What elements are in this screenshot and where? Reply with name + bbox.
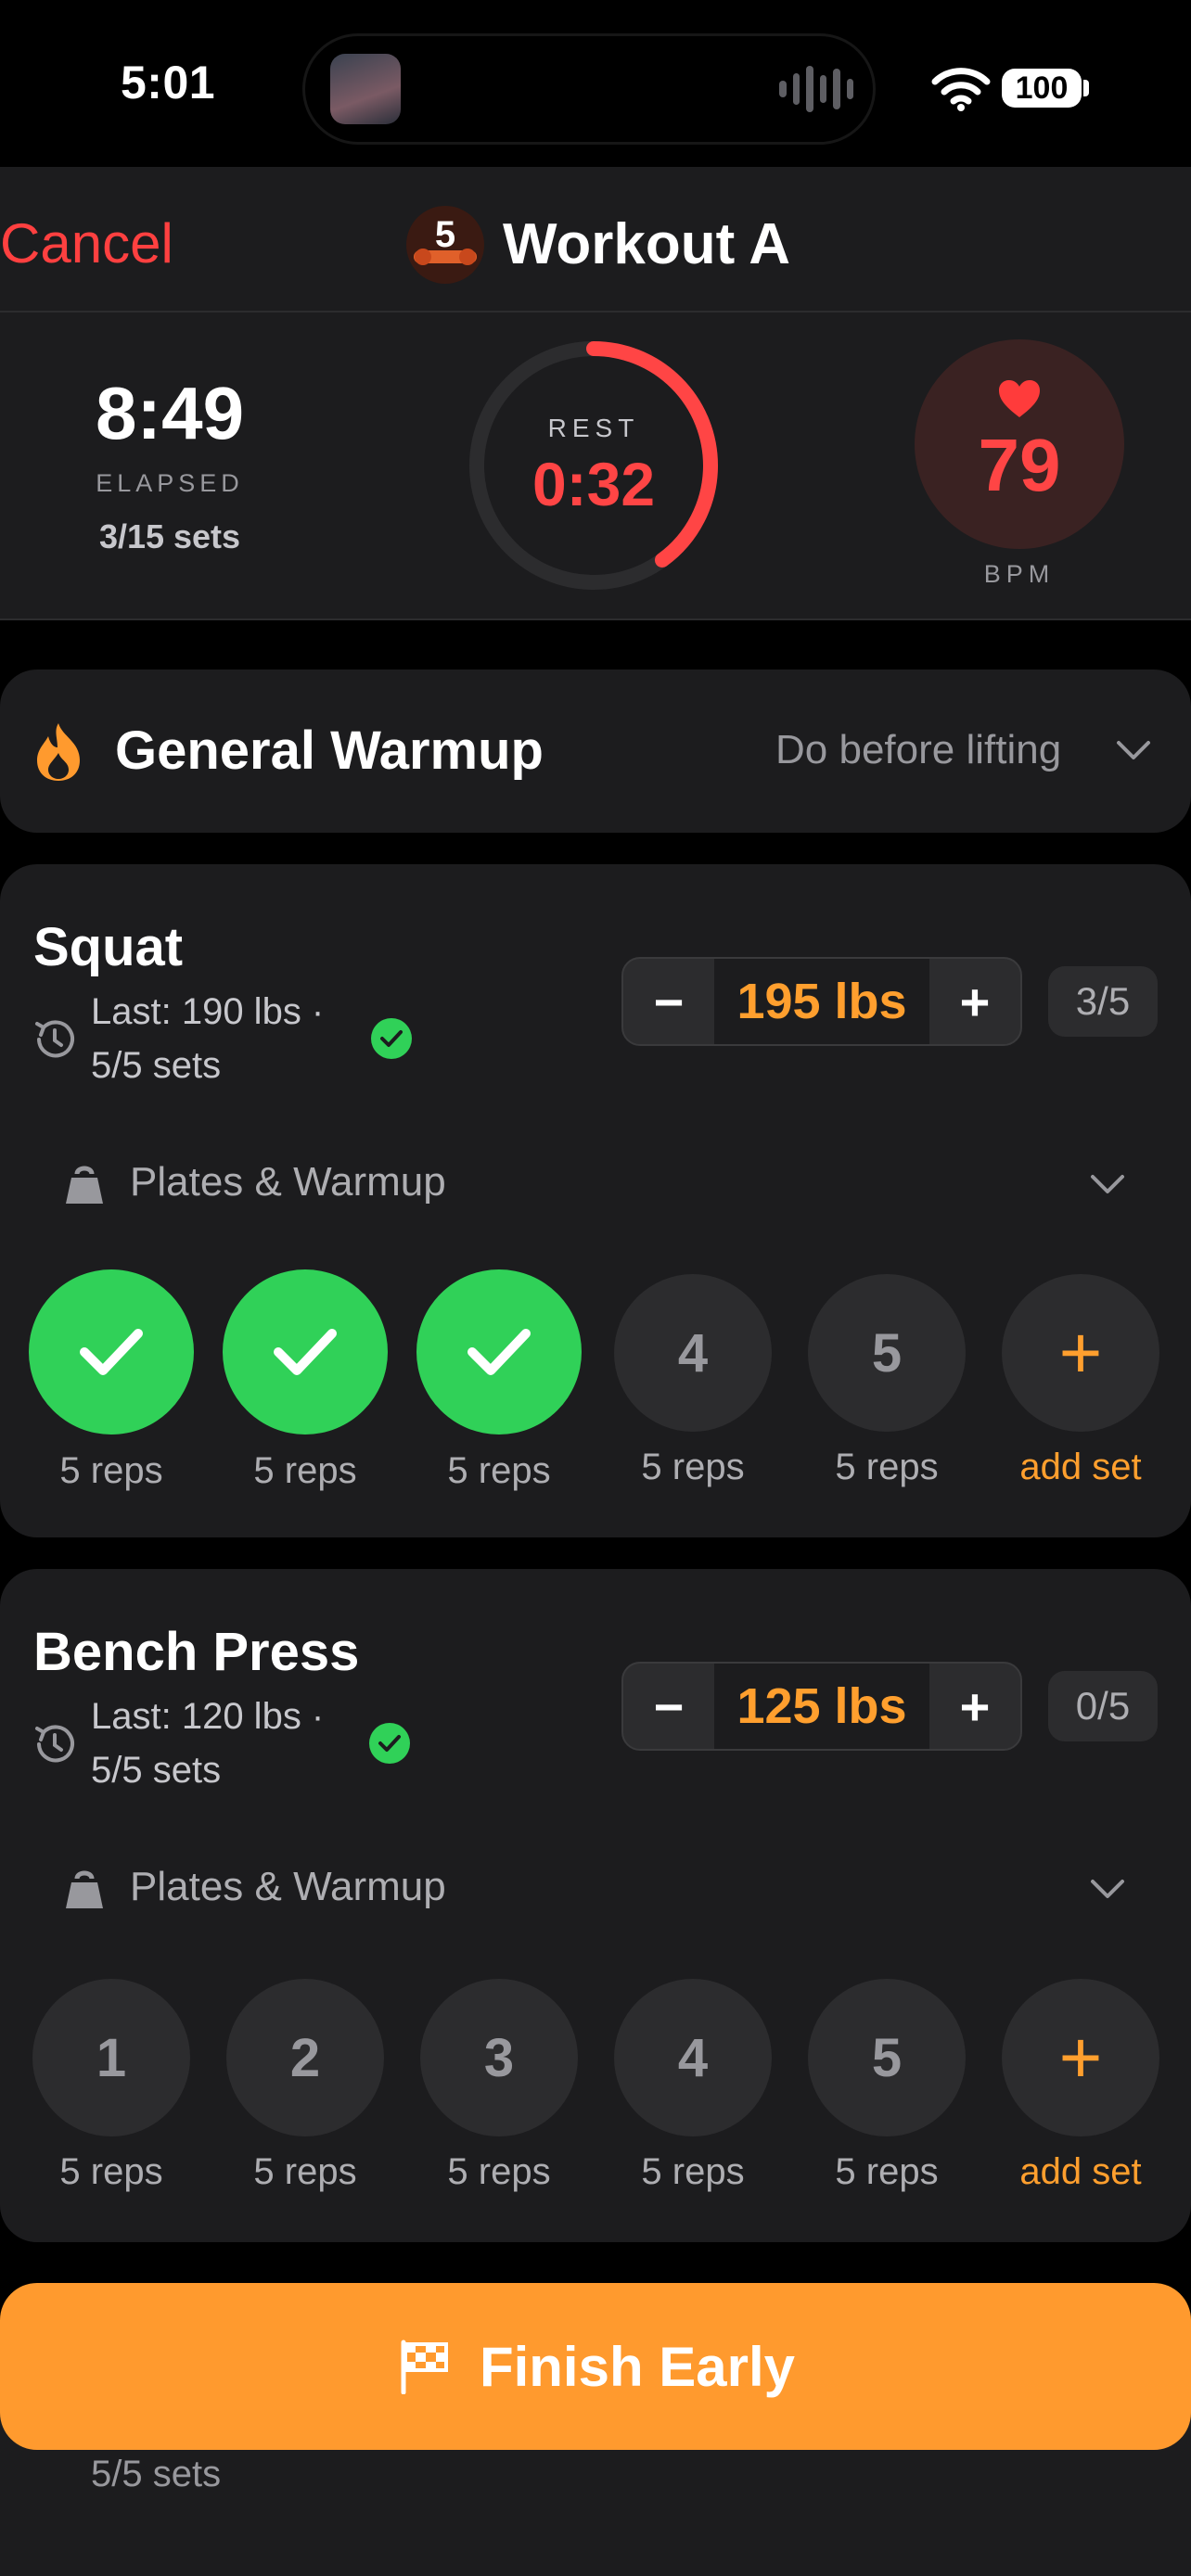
bpm-label: BPM xyxy=(983,560,1056,588)
checkmark-icon xyxy=(369,1723,410,1764)
set-reps: 5 reps xyxy=(835,2151,939,2192)
app-logo: 5 xyxy=(406,206,484,284)
weight-value[interactable]: 195 lbs xyxy=(714,959,929,1044)
chevron-down-icon[interactable] xyxy=(1089,1877,1126,1901)
set-button-4[interactable]: 4 xyxy=(614,1979,772,2136)
weight-value[interactable]: 125 lbs xyxy=(714,1664,929,1749)
set-reps: 5 reps xyxy=(253,2151,357,2192)
last-sets: 5/5 sets xyxy=(91,1045,222,1086)
set-button-3[interactable] xyxy=(416,1269,582,1435)
logo-number: 5 xyxy=(434,213,456,255)
kettlebell-icon xyxy=(66,1166,103,1204)
set-button-5[interactable]: 5 xyxy=(808,1274,966,1432)
weight-stepper: − 125 lbs + xyxy=(621,1662,1022,1751)
set-button-1[interactable]: 1 xyxy=(32,1979,190,2136)
last-weight: Last: 190 lbs · xyxy=(91,991,325,1032)
now-playing-artwork xyxy=(330,54,401,124)
checkmark-icon xyxy=(80,1329,143,1375)
elapsed-label: ELAPSED xyxy=(96,469,244,497)
battery-tip xyxy=(1083,80,1089,96)
heart-icon xyxy=(999,380,1040,417)
set-button-4[interactable]: 4 xyxy=(614,1274,772,1432)
sets-progress-badge: 3/5 xyxy=(1048,966,1158,1037)
flame-icon xyxy=(37,723,80,781)
heart-rate-value: 79 xyxy=(978,424,1061,506)
add-set-button[interactable]: + xyxy=(1002,1274,1159,1432)
set-reps: 5 reps xyxy=(253,1450,357,1491)
waveform-icon xyxy=(779,61,853,117)
chevron-down-icon[interactable] xyxy=(1115,738,1152,762)
add-set-label[interactable]: add set xyxy=(988,2151,1173,2193)
checkmark-icon xyxy=(274,1329,337,1375)
elapsed-time: 8:49 xyxy=(95,372,245,454)
history-icon xyxy=(35,1020,74,1058)
last-weight: Last: 120 lbs · xyxy=(91,1696,325,1737)
checkmark-icon xyxy=(467,1329,531,1375)
decrease-weight-button[interactable]: − xyxy=(623,959,714,1044)
chevron-down-icon[interactable] xyxy=(1089,1172,1126,1196)
plates-warmup-label[interactable]: Plates & Warmup xyxy=(130,1159,446,1205)
set-reps: 5 reps xyxy=(641,2151,745,2192)
warmup-subtitle: Do before lifting xyxy=(775,727,1062,772)
kettlebell-icon xyxy=(66,1870,103,1908)
add-set-label[interactable]: add set xyxy=(988,1447,1173,1488)
finish-early-button[interactable]: Finish Early xyxy=(0,2283,1191,2450)
set-reps: 5 reps xyxy=(59,1450,163,1491)
plates-warmup-label[interactable]: Plates & Warmup xyxy=(130,1864,446,1910)
battery-indicator: 100 xyxy=(1002,69,1082,108)
set-reps: 5 reps xyxy=(59,2151,163,2192)
increase-weight-button[interactable]: + xyxy=(929,959,1020,1044)
workout-title: Workout A xyxy=(503,212,790,276)
cancel-button[interactable]: Cancel xyxy=(0,211,173,275)
checkmark-icon xyxy=(371,1018,412,1059)
set-button-5[interactable]: 5 xyxy=(808,1979,966,2136)
flag-icon xyxy=(401,2340,448,2394)
warmup-title: General Warmup xyxy=(115,721,544,781)
add-set-button[interactable]: + xyxy=(1002,1979,1159,2136)
sets-count: 3/15 sets xyxy=(98,517,241,555)
decrease-weight-button[interactable]: − xyxy=(623,1664,714,1749)
sets-progress-badge: 0/5 xyxy=(1048,1671,1158,1741)
history-icon xyxy=(35,1725,74,1763)
weight-stepper: − 195 lbs + xyxy=(621,957,1022,1046)
finish-early-label: Finish Early xyxy=(479,2335,796,2398)
rest-label: REST xyxy=(547,414,640,442)
set-reps: 5 reps xyxy=(641,1447,745,1487)
rest-countdown: 0:32 xyxy=(531,450,656,518)
set-reps: 5 reps xyxy=(835,1447,939,1487)
increase-weight-button[interactable]: + xyxy=(929,1664,1020,1749)
last-sets: 5/5 sets xyxy=(91,1750,222,1791)
set-button-2[interactable]: 2 xyxy=(226,1979,384,2136)
set-reps: 5 reps xyxy=(447,1450,551,1491)
set-button-2[interactable] xyxy=(223,1269,388,1435)
last-sets: 5/5 sets xyxy=(91,2454,222,2494)
status-time: 5:01 xyxy=(121,57,216,108)
set-button-3[interactable]: 3 xyxy=(420,1979,578,2136)
wifi-icon xyxy=(931,68,991,111)
exercise-name: Bench Press xyxy=(33,1622,360,1682)
set-button-1[interactable] xyxy=(29,1269,194,1435)
exercise-name: Squat xyxy=(33,917,184,977)
set-reps: 5 reps xyxy=(447,2151,551,2192)
